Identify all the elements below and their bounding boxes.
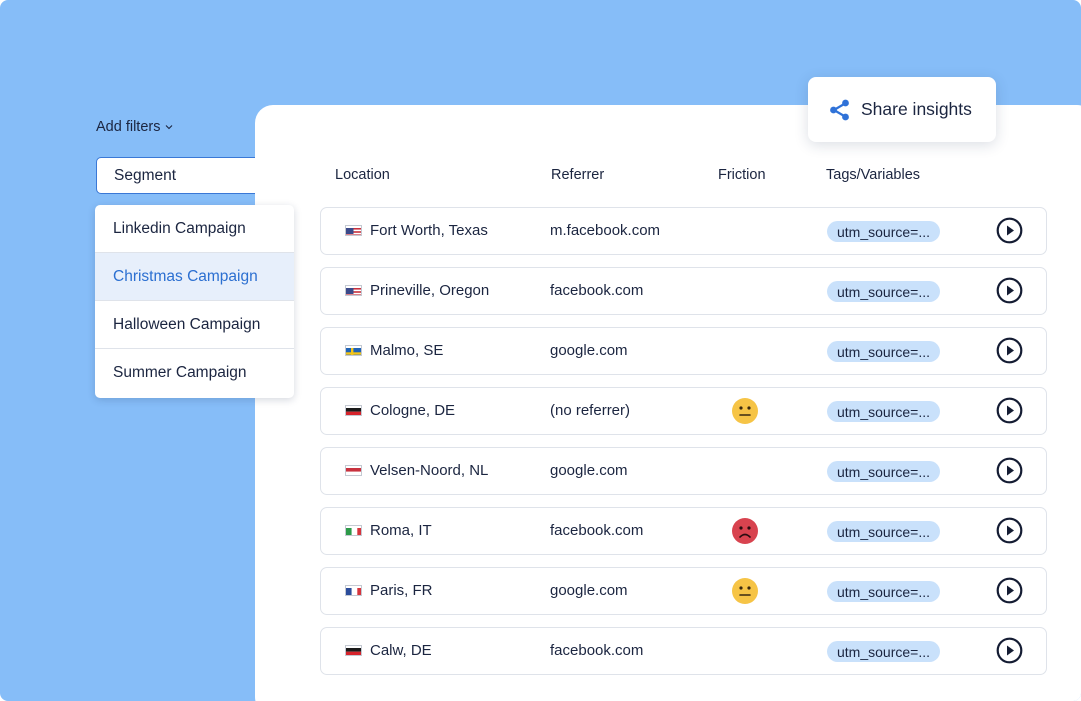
location-cell: Cologne, DE: [345, 388, 455, 433]
play-icon[interactable]: [996, 517, 1023, 544]
table-row[interactable]: Prineville, Oregon facebook.com utm_source…: [320, 267, 1047, 315]
play-icon[interactable]: [996, 637, 1023, 664]
add-filters-label: Add filters: [96, 119, 161, 135]
friction-frustrated-face-icon: [731, 517, 759, 545]
tag-pill[interactable]: utm_source=...: [827, 521, 940, 542]
flag-us-icon: [345, 285, 362, 296]
table-row[interactable]: Fort Worth, Texas m.facebook.com utm_sourc…: [320, 207, 1047, 255]
location-text: Calw, DE: [370, 642, 432, 659]
column-header-location: Location: [335, 167, 390, 183]
referrer-cell: m.facebook.com: [550, 222, 661, 239]
segment-option-summer[interactable]: Summer Campaign: [95, 349, 294, 397]
table-row[interactable]: Malmo, SE google.com utm_source=...: [320, 327, 1047, 375]
segment-option-label: Linkedin Campaign: [113, 219, 246, 237]
app-canvas: Add filters Segment Linkedin Campaign Ch…: [0, 0, 1081, 701]
segment-option-label: Halloween Campaign: [113, 315, 261, 333]
segment-option-label: Summer Campaign: [113, 364, 247, 381]
referrer-cell: (no referrer): [550, 402, 631, 419]
flag-se-icon: [345, 345, 362, 356]
flag-de-icon: [345, 405, 362, 416]
table-row[interactable]: Roma, IT facebook.com utm_source=...: [320, 507, 1047, 555]
column-header-friction: Friction: [718, 167, 766, 183]
segment-option-label: Christmas Campaign: [113, 267, 258, 285]
play-icon[interactable]: [996, 337, 1023, 364]
tag-pill[interactable]: utm_source=...: [827, 221, 940, 242]
column-header-referrer: Referrer: [551, 167, 605, 183]
flag-nl-icon: [345, 465, 362, 476]
location-text: Malmo, SE: [370, 342, 444, 359]
location-text: Prineville, Oregon: [370, 282, 490, 299]
segment-label: Segment: [114, 166, 177, 184]
flag-us-icon: [345, 225, 362, 236]
table-row[interactable]: Paris, FR google.com utm_source=...: [320, 567, 1047, 615]
column-header-tags: Tags/Variables: [826, 167, 921, 183]
tag-pill[interactable]: utm_source=...: [827, 401, 940, 422]
location-text: Velsen-Noord, NL: [370, 462, 489, 479]
tag-pill[interactable]: utm_source=...: [827, 461, 940, 482]
segment-option-christmas[interactable]: Christmas Campaign: [95, 253, 294, 301]
tag-pill[interactable]: utm_source=...: [827, 641, 940, 662]
play-icon[interactable]: [996, 217, 1023, 244]
table-row[interactable]: Calw, DE facebook.com utm_source=...: [320, 627, 1047, 675]
location-cell: Prineville, Oregon: [345, 268, 489, 313]
share-insights-label: Share insights: [861, 99, 972, 119]
add-filters-button[interactable]: Add filters: [96, 119, 173, 135]
flag-de-icon: [345, 645, 362, 656]
chevron-down-icon: [166, 125, 173, 130]
play-icon[interactable]: [996, 397, 1023, 424]
location-text: Fort Worth, Texas: [370, 222, 488, 239]
location-text: Paris, FR: [370, 582, 433, 599]
tag-pill[interactable]: utm_source=...: [827, 581, 940, 602]
friction-neutral-face-icon: [731, 397, 759, 425]
tag-pill[interactable]: utm_source=...: [827, 341, 940, 362]
play-icon[interactable]: [996, 277, 1023, 304]
segment-dropdown: Linkedin Campaign Christmas Campaign Hal…: [95, 205, 294, 398]
referrer-cell: facebook.com: [550, 522, 644, 539]
table-row[interactable]: Velsen-Noord, NL google.com utm_source=...: [320, 447, 1047, 495]
segment-option-linkedin[interactable]: Linkedin Campaign: [95, 205, 294, 253]
referrer-cell: facebook.com: [550, 282, 644, 299]
referrer-cell: facebook.com: [550, 642, 644, 659]
play-icon[interactable]: [996, 577, 1023, 604]
referrer-cell: google.com: [550, 462, 628, 479]
location-cell: Malmo, SE: [345, 328, 443, 373]
share-icon: [830, 99, 849, 120]
share-insights-button[interactable]: Share insights: [808, 77, 996, 142]
table-row[interactable]: Cologne, DE (no referrer) utm_source=...: [320, 387, 1047, 435]
location-cell: Paris, FR: [345, 568, 433, 613]
location-cell: Fort Worth, Texas: [345, 208, 488, 253]
location-text: Cologne, DE: [370, 402, 456, 419]
segment-option-halloween[interactable]: Halloween Campaign: [95, 301, 294, 349]
location-cell: Velsen-Noord, NL: [345, 448, 488, 493]
play-icon[interactable]: [996, 457, 1023, 484]
tag-pill[interactable]: utm_source=...: [827, 281, 940, 302]
friction-neutral-face-icon: [731, 577, 759, 605]
referrer-cell: google.com: [550, 582, 628, 599]
flag-it-icon: [345, 525, 362, 536]
location-text: Roma, IT: [370, 522, 432, 539]
flag-fr-icon: [345, 585, 362, 596]
location-cell: Calw, DE: [345, 628, 432, 673]
location-cell: Roma, IT: [345, 508, 432, 553]
referrer-cell: google.com: [550, 342, 628, 359]
